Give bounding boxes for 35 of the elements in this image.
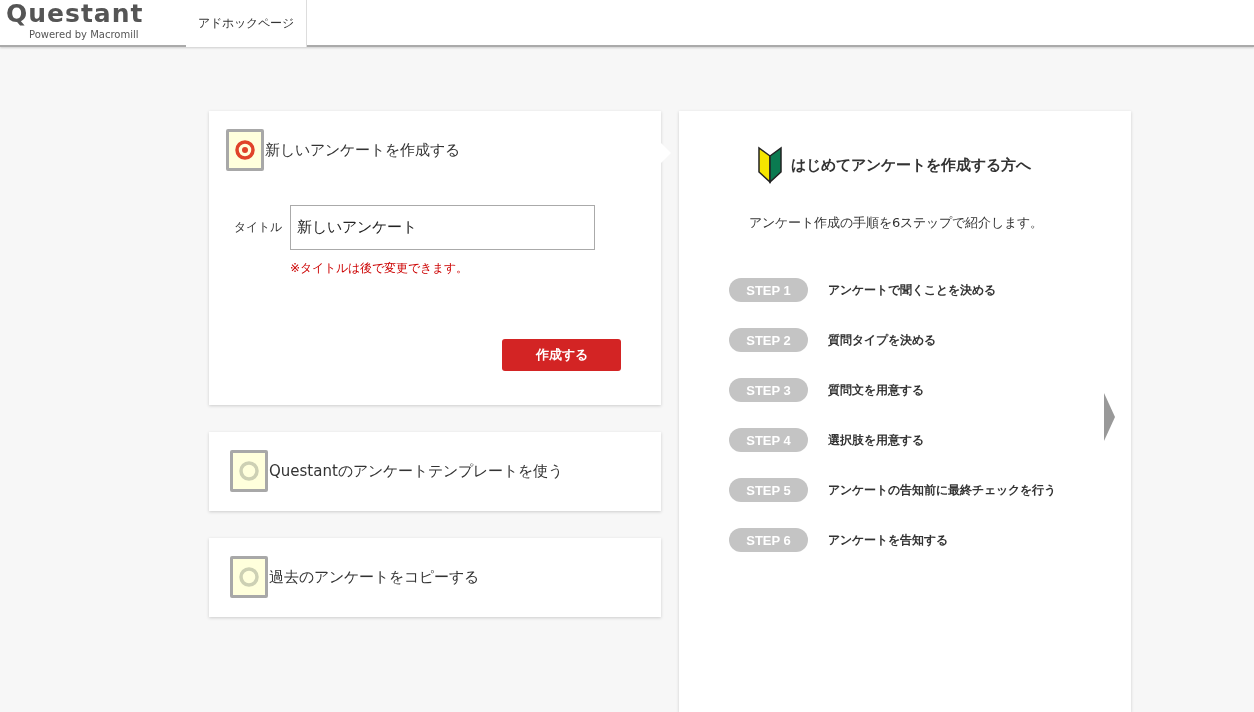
step-text[interactable]: 選択肢を用意する [828, 431, 924, 449]
radio-button[interactable] [226, 129, 264, 171]
radio-ring-icon [238, 460, 260, 482]
step-badge: STEP 2 [729, 328, 808, 352]
radio-selected-icon [234, 139, 256, 161]
create-button[interactable]: 作成する [502, 339, 621, 371]
step-text[interactable]: アンケートを告知する [828, 531, 948, 549]
logo-subtitle: Powered by Macromill [28, 29, 140, 41]
title-input[interactable]: 新しいアンケート [290, 205, 595, 250]
step-text[interactable]: 質問文を用意する [828, 381, 924, 399]
title-note: ※タイトルは後で変更できます。 [290, 260, 470, 277]
option-card[interactable]: Questantのアンケートテンプレートを使う [209, 432, 661, 511]
radio-ring-icon [238, 566, 260, 588]
radio-button[interactable] [230, 556, 268, 598]
step-badge: STEP 1 [729, 278, 808, 302]
beginner-mark-icon [757, 146, 783, 184]
step-badge: STEP 3 [729, 378, 808, 402]
step-text[interactable]: アンケートの告知前に最終チェックを行う [828, 481, 1056, 499]
next-arrow-icon[interactable] [1104, 393, 1116, 441]
option-card[interactable]: 過去のアンケートをコピーする [209, 538, 661, 617]
logo: Questant [6, 0, 145, 29]
option-label[interactable]: 過去のアンケートをコピーする [269, 567, 479, 587]
step-badge: STEP 5 [729, 478, 808, 502]
step-text[interactable]: アンケートで聞くことを決める [828, 281, 996, 299]
step-badge: STEP 4 [729, 428, 808, 452]
option-label[interactable]: 新しいアンケートを作成する [265, 140, 460, 160]
radio-button[interactable] [230, 450, 268, 492]
guide-intro: アンケート作成の手順を6ステップで紹介します。 [749, 214, 1045, 232]
step-text[interactable]: 質問タイプを決める [828, 331, 936, 349]
step-badge: STEP 6 [729, 528, 808, 552]
option-card[interactable]: 新しいアンケートを作成する タイトル 新しいアンケート ※タイトルは後で変更できます。 作成する [209, 111, 661, 405]
nav-tab[interactable]: アドホックページ [186, 0, 307, 47]
title-label: タイトル [234, 219, 283, 236]
option-label[interactable]: Questantのアンケートテンプレートを使う [269, 461, 563, 481]
guide-title: はじめてアンケートを作成する方へ [791, 155, 1031, 175]
